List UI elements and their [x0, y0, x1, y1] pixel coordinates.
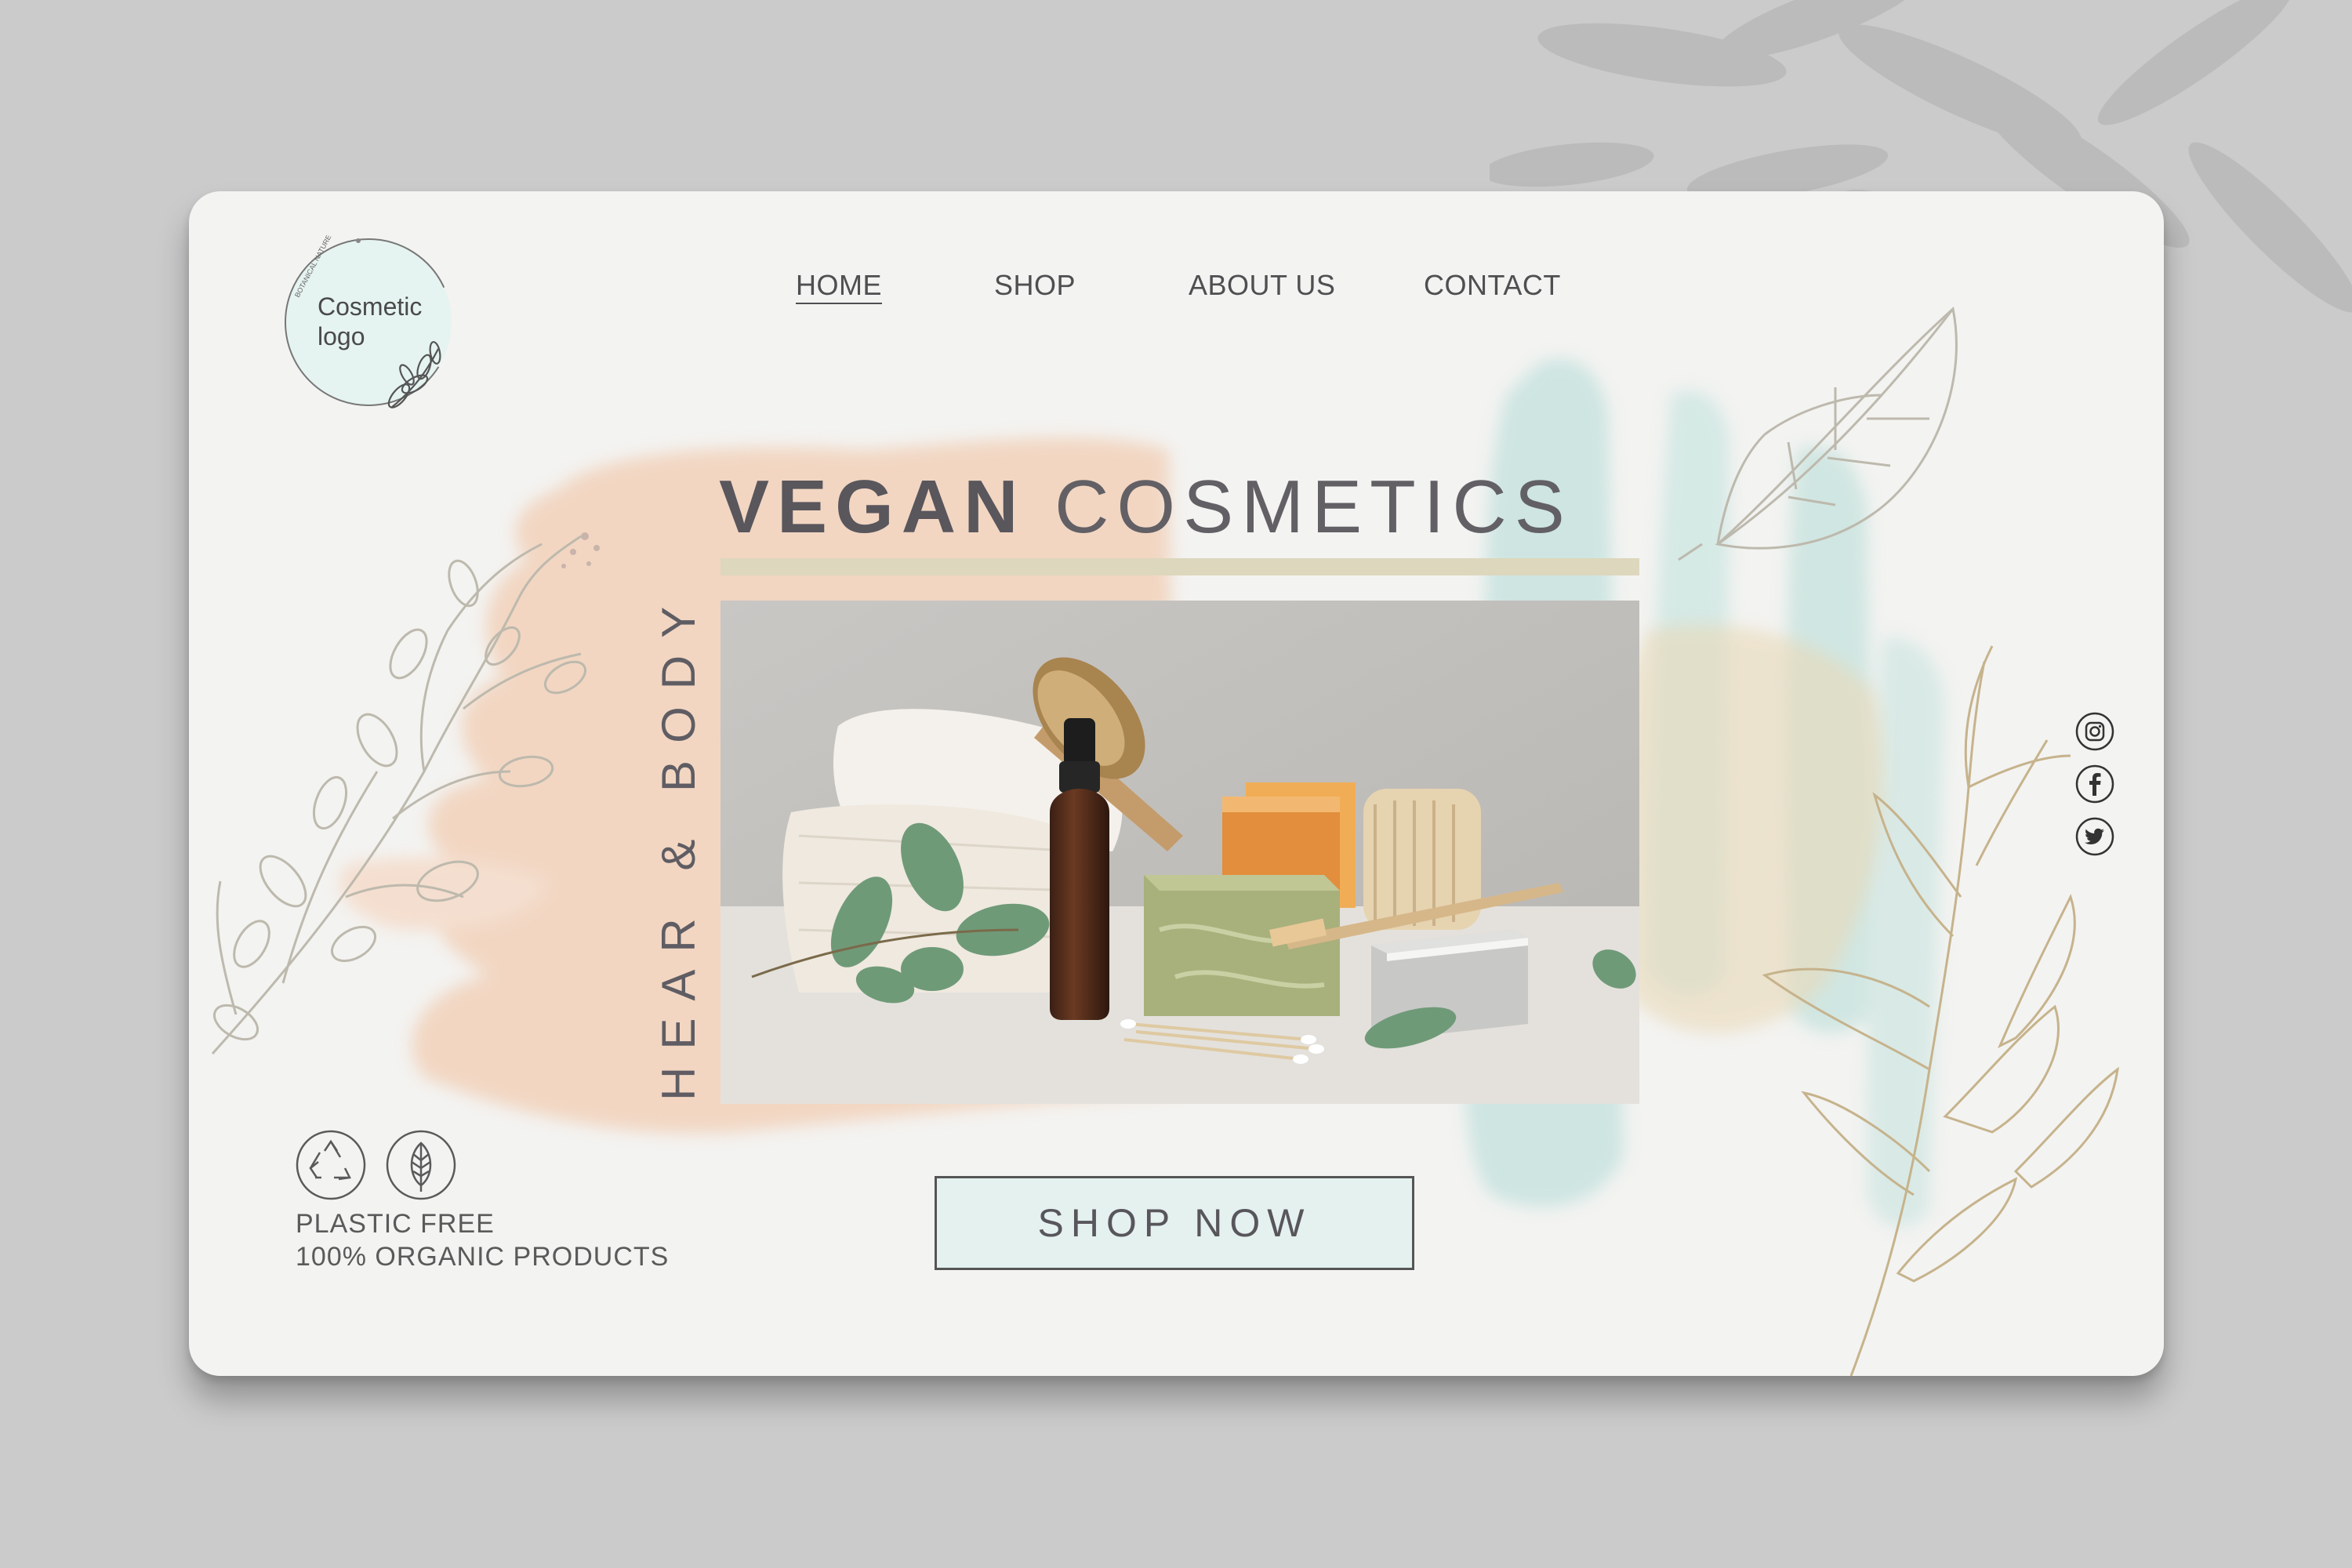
hero-product-image — [720, 601, 1639, 1104]
logo-text-line2: logo — [318, 322, 365, 350]
headline-light: COSMETICS — [1054, 465, 1573, 549]
leaf-icon — [386, 1130, 456, 1200]
landing-page-card: BOTANICAL NATURE Cosmetic logo HOME SHOP… — [189, 191, 2164, 1376]
nav-home[interactable]: HOME — [796, 269, 882, 302]
organic-products-label: 100% ORGANIC PRODUCTS — [296, 1242, 670, 1272]
shop-now-button[interactable]: SHOP NOW — [935, 1176, 1414, 1270]
recycle-icon — [296, 1130, 366, 1200]
eco-claims: PLASTIC FREE 100% ORGANIC PRODUCTS — [296, 1207, 669, 1273]
instagram-icon[interactable] — [2075, 712, 2114, 751]
facebook-icon[interactable] — [2075, 764, 2114, 804]
logo-text-line1: Cosmetic — [318, 292, 423, 321]
hero-headline: VEGAN COSMETICS — [719, 464, 1573, 550]
logo-text: Cosmetic logo — [318, 292, 422, 351]
headline-bold: VEGAN — [719, 465, 1026, 549]
nav-about-us[interactable]: ABOUT US — [1189, 269, 1335, 302]
nav-shop[interactable]: SHOP — [994, 269, 1076, 302]
twitter-icon[interactable] — [2075, 817, 2114, 856]
vertical-tagline: HEAR & BODY — [652, 589, 705, 1101]
headline-underline-bar — [720, 558, 1639, 575]
plastic-free-label: PLASTIC FREE — [296, 1209, 495, 1239]
nav-contact[interactable]: CONTACT — [1424, 269, 1561, 302]
